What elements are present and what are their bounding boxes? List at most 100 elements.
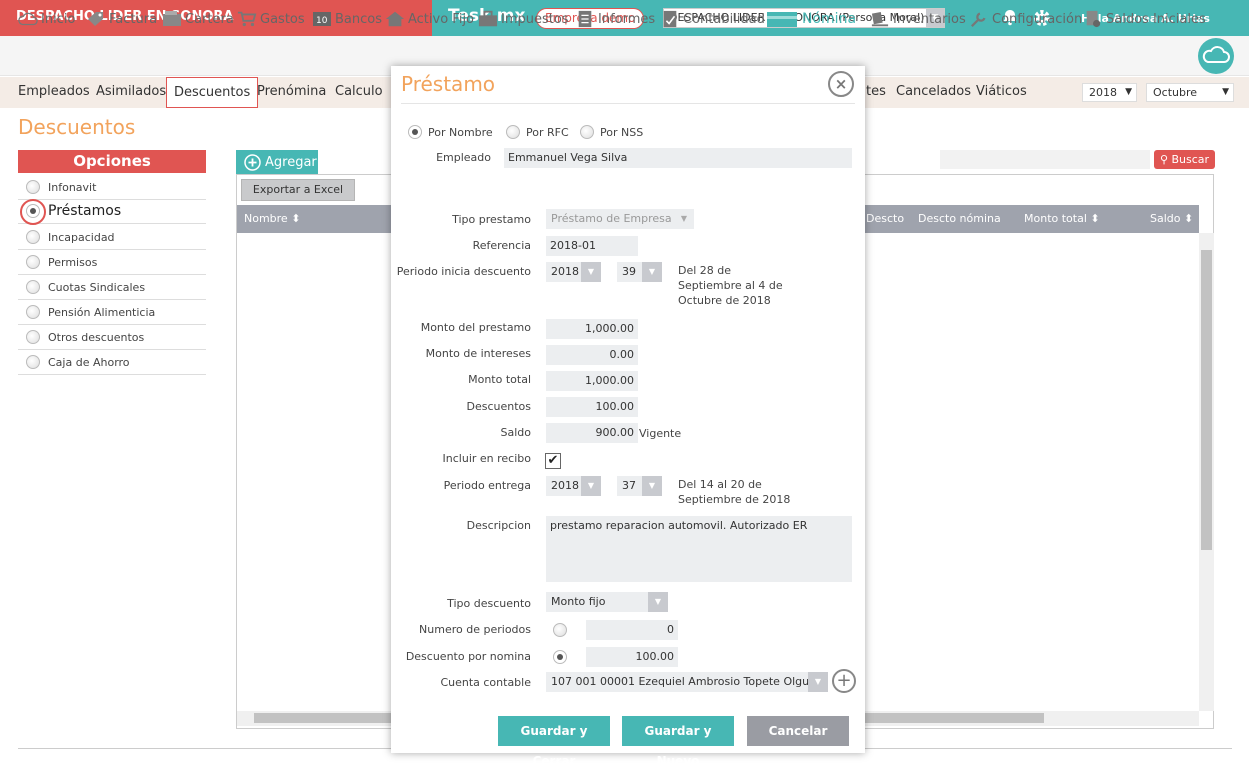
caret-down-icon: ▼ xyxy=(1222,87,1229,97)
subnav-descuentos[interactable]: Descuentos xyxy=(166,77,259,108)
module-label: Nómina xyxy=(802,11,857,27)
discount-type-select[interactable]: Monto fijo ▼ xyxy=(546,592,668,612)
option-prestamos[interactable]: Préstamos xyxy=(18,199,206,224)
module-inventarios[interactable]: Inventarios xyxy=(870,10,966,28)
briefcase-icon xyxy=(478,10,498,27)
interest-label: Monto de intereses xyxy=(425,347,531,360)
include-receipt-checkbox[interactable]: ✔ xyxy=(545,453,561,469)
module-label: Gastos xyxy=(260,11,305,27)
subnav-empleados[interactable]: Empleados xyxy=(18,84,90,99)
start-period-select[interactable]: 39 ▼ xyxy=(617,262,662,282)
radio-por-nombre[interactable]: Por Nombre xyxy=(408,125,493,139)
subnav-calculo[interactable]: Calculo xyxy=(335,84,383,99)
total-field: 1,000.00 xyxy=(546,371,638,391)
column-monto-total[interactable]: Monto total ⬍ xyxy=(1024,212,1100,225)
module-contabilidad[interactable]: Contabilidad xyxy=(660,10,765,28)
interest-field[interactable]: 0.00 xyxy=(546,345,638,365)
column-saldo[interactable]: Saldo ⬍ xyxy=(1150,212,1193,225)
radio-icon xyxy=(26,355,40,369)
add-button[interactable]: Agregar xyxy=(236,150,318,174)
sync-cloud-button[interactable] xyxy=(1198,38,1234,74)
periods-radio[interactable] xyxy=(553,623,567,637)
cloud-icon xyxy=(1202,46,1230,63)
search-input[interactable] xyxy=(940,150,1150,169)
module-nomina[interactable]: Nómina xyxy=(765,10,856,28)
subnav-viaticos[interactable]: Viáticos xyxy=(976,84,1027,99)
svg-text:10: 10 xyxy=(316,16,328,26)
module-inicio[interactable]: Inicio xyxy=(18,10,75,28)
radio-icon xyxy=(26,255,40,269)
delivery-period-select[interactable]: 37 ▼ xyxy=(617,476,662,496)
column-nombre[interactable]: Nombre ⬍ xyxy=(244,212,300,225)
radio-icon xyxy=(26,330,40,344)
module-informes[interactable]: Informes xyxy=(575,10,655,28)
caret-down-icon: ▼ xyxy=(642,476,662,496)
save-new-button[interactable]: Guardar y Nuevo xyxy=(622,716,734,768)
search-button[interactable]: ⚲ Buscar xyxy=(1154,150,1215,169)
caret-down-icon: ▼ xyxy=(648,592,668,612)
save-close-button[interactable]: Guardar y Cerrar xyxy=(498,716,610,768)
employee-field[interactable]: Emmanuel Vega Silva xyxy=(504,148,852,168)
export-excel-button[interactable]: Exportar a Excel xyxy=(241,179,355,201)
plus-circle-icon xyxy=(244,153,261,171)
option-permisos[interactable]: Permisos xyxy=(18,250,206,275)
option-caja-de-ahorro[interactable]: Caja de Ahorro xyxy=(18,350,206,375)
option-cuotas-sindicales[interactable]: Cuotas Sindicales xyxy=(18,275,206,300)
subnav-prenomina[interactable]: Prenómina xyxy=(257,84,326,99)
loan-type-value: Préstamo de Empresa xyxy=(551,212,672,225)
loan-amount-field[interactable]: 1,000.00 xyxy=(546,319,638,339)
module-factura[interactable]: Factura xyxy=(86,10,157,28)
module-activo-fijo[interactable]: Activo Fijo xyxy=(385,10,474,28)
option-infonavit[interactable]: Infonavit xyxy=(18,175,206,200)
caret-down-icon: ▼ xyxy=(674,209,694,229)
option-pension-alimenticia[interactable]: Pensión Alimenticia xyxy=(18,300,206,325)
radio-icon xyxy=(26,305,40,319)
caret-down-icon: ▼ xyxy=(581,262,601,282)
loan-amount-label: Monto del prestamo xyxy=(420,321,531,334)
description-textarea[interactable]: prestamo reparacion automovil. Autorizad… xyxy=(546,516,852,582)
radio-icon xyxy=(26,230,40,244)
vertical-scroll-thumb[interactable] xyxy=(1201,250,1212,550)
option-label: Pensión Alimenticia xyxy=(48,305,156,319)
month-select[interactable]: Octubre ▼ xyxy=(1146,83,1234,102)
year-select[interactable]: 2018 ▼ xyxy=(1082,83,1137,102)
radio-label: Por Nombre xyxy=(428,125,493,139)
add-account-button[interactable]: + xyxy=(832,669,856,693)
column-label: Monto total xyxy=(1024,212,1087,225)
module-gastos[interactable]: Gastos xyxy=(237,10,305,28)
close-button[interactable]: × xyxy=(828,71,854,97)
option-label: Cuotas Sindicales xyxy=(48,280,146,294)
module-label: Saldos Iniciales xyxy=(1106,11,1206,27)
module-saldos-iniciales[interactable]: Saldos Iniciales xyxy=(1083,10,1206,28)
option-otros-descuentos[interactable]: Otros descuentos xyxy=(18,325,206,350)
start-year-select[interactable]: 2018 ▼ xyxy=(546,262,601,282)
module-label: Cartera xyxy=(185,11,234,27)
subnav-cancelados[interactable]: Cancelados xyxy=(896,84,971,99)
module-impuestos[interactable]: Impuestos xyxy=(478,10,569,28)
module-cartera[interactable]: Cartera xyxy=(162,10,234,28)
divider xyxy=(401,103,855,104)
per-payroll-radio[interactable] xyxy=(553,650,567,664)
option-label: Préstamos xyxy=(48,203,122,219)
radio-icon xyxy=(26,280,40,294)
periods-field[interactable]: 0 xyxy=(586,620,678,640)
reference-field[interactable]: 2018-01 xyxy=(546,236,638,256)
year-select-value: 2018 xyxy=(1089,86,1117,99)
account-select[interactable]: 107 001 00001 Ezequiel Ambrosio Topete O… xyxy=(546,672,828,692)
subnav-reportes[interactable]: tes xyxy=(866,84,886,99)
house-icon xyxy=(385,11,405,27)
radio-por-rfc[interactable]: Por RFC xyxy=(506,125,569,139)
option-incapacidad[interactable]: Incapacidad xyxy=(18,225,206,250)
module-configuracion[interactable]: Configuración xyxy=(969,10,1082,28)
per-payroll-field[interactable]: 100.00 xyxy=(586,647,678,667)
loan-type-select[interactable]: Préstamo de Empresa ▼ xyxy=(546,209,694,229)
delivery-period-description: Del 14 al 20 de Septiembre de 2018 xyxy=(678,478,791,506)
column-descto-nomina[interactable]: Descto nómina xyxy=(918,212,1001,225)
close-icon: × xyxy=(834,75,848,93)
radio-por-nss[interactable]: Por NSS xyxy=(580,125,643,139)
subnav-asimilados[interactable]: Asimilados xyxy=(96,84,166,99)
cancel-button[interactable]: Cancelar xyxy=(747,716,849,746)
column-descto[interactable]: Descto xyxy=(866,212,904,225)
delivery-year-select[interactable]: 2018 ▼ xyxy=(546,476,601,496)
module-bancos[interactable]: 10 Bancos xyxy=(312,10,382,28)
